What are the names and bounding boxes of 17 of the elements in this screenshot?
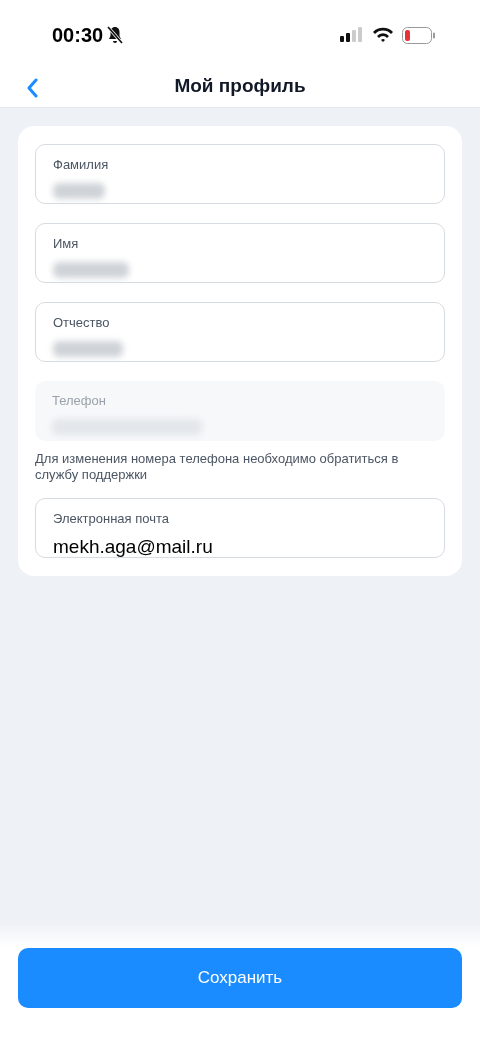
battery-icon (402, 26, 436, 44)
signal-icon (340, 27, 364, 43)
input-field[interactable]: Электронная почта mekh.aga@mail.ru (35, 498, 445, 558)
input-field[interactable]: Имя (35, 223, 445, 283)
field-label: Имя (53, 235, 80, 253)
screen-title: Мой профиль (174, 74, 306, 99)
back-chevron-icon (26, 78, 38, 98)
field-label: Фамилия (53, 156, 110, 174)
wifi-icon (372, 27, 394, 43)
hint-text: Для изменения номера телефона необходимо обратиться в службу поддержки (35, 451, 400, 483)
input-field[interactable]: Фамилия (35, 144, 445, 204)
field-label: Отчество (53, 314, 111, 332)
field-label: Телефон (52, 392, 107, 410)
field-value: mekh.aga@mail.ru (53, 534, 214, 559)
input-field[interactable]: Отчество (35, 302, 445, 362)
field-label: Электронная почта (53, 510, 170, 528)
status-time: 00:30 (52, 23, 104, 48)
